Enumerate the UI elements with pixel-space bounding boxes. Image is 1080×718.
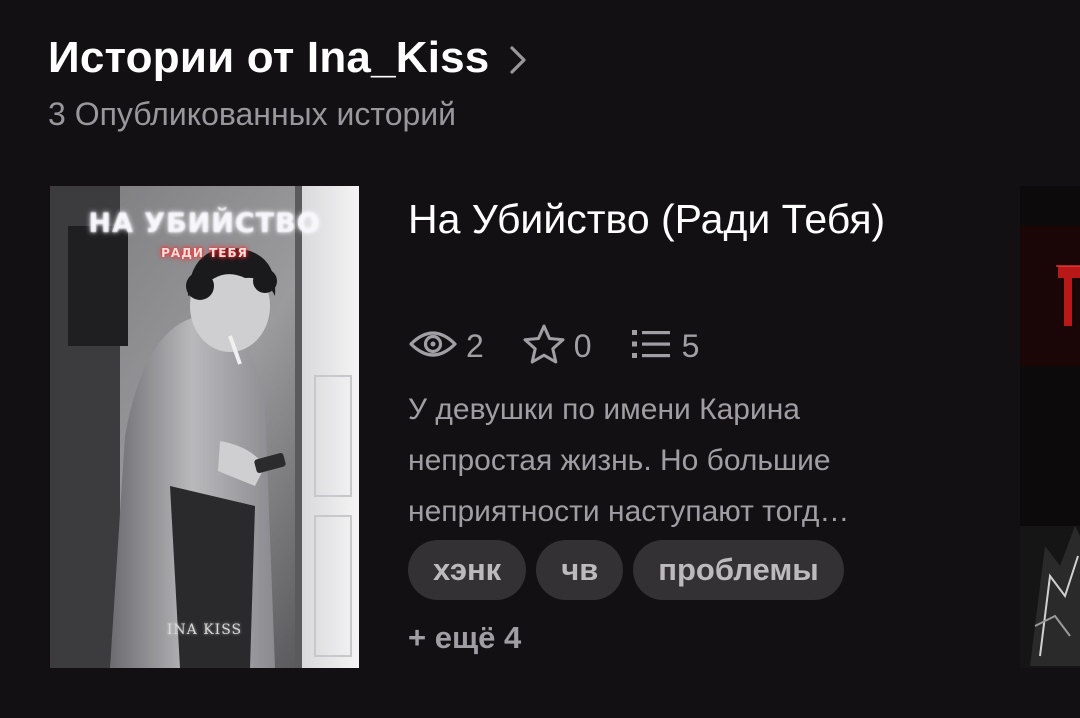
tag-list: хэнк чв проблемы [408, 540, 854, 600]
votes-stat: 0 [522, 323, 592, 370]
description-line: неприятности наступают тогд… [408, 495, 850, 528]
cover-subtitle-text: РАДИ ТЕБЯ [161, 246, 248, 260]
list-icon [630, 326, 674, 367]
chevron-right-icon [509, 45, 527, 75]
votes-count: 0 [573, 327, 592, 364]
cover-title-text: НА УБИЙСТВО [88, 208, 321, 239]
story-description: У девушки по имени Карина непростая жизн… [408, 384, 968, 537]
eye-icon [408, 328, 458, 365]
views-stat: 2 [408, 328, 484, 365]
tag-hank[interactable]: хэнк [408, 540, 527, 600]
parts-count: 5 [681, 327, 700, 364]
section-header[interactable]: Истории от Ina_Kiss [48, 30, 527, 86]
views-count: 2 [466, 327, 484, 364]
description-line: непростая жизнь. Но большие [408, 444, 831, 477]
star-icon [522, 323, 566, 370]
next-story-cover[interactable] [1020, 186, 1080, 668]
cover-author-text: INA KISS [166, 622, 243, 638]
more-tags-link[interactable]: + ещё 4 [408, 620, 521, 656]
story-title[interactable]: На Убийство (Ради Тебя) [408, 193, 928, 245]
story-cover[interactable]: НА УБИЙСТВО РАДИ ТЕБЯ INA KISS [50, 186, 359, 668]
story-stats: 2 0 5 [408, 320, 737, 372]
published-count: 3 Опубликованных историй [48, 96, 457, 132]
description-line: У девушки по имени Карина [408, 393, 800, 426]
tag-problems[interactable]: проблемы [633, 540, 844, 600]
tag-chv[interactable]: чв [536, 540, 624, 600]
section-title: Истории от Ina_Kiss [48, 33, 490, 82]
parts-stat: 5 [630, 326, 700, 367]
